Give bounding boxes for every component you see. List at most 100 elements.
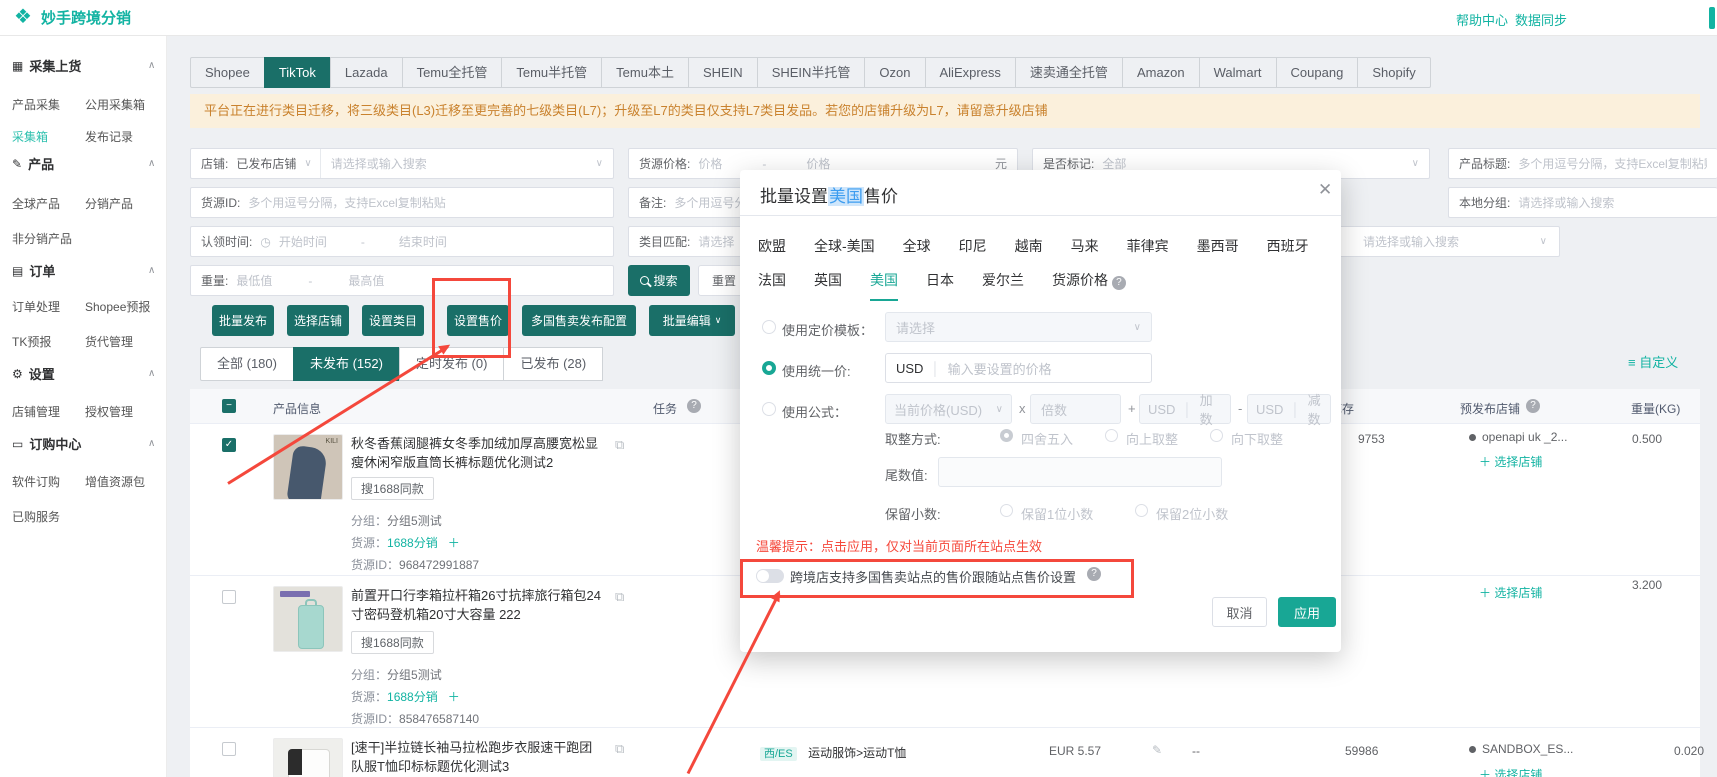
radio-round-up[interactable]: [1105, 429, 1118, 442]
help-icon[interactable]: ?: [1111, 276, 1126, 290]
weight-filter[interactable]: 重量: 最低值 - 最高值: [190, 265, 614, 296]
product-image[interactable]: [273, 738, 343, 777]
tab-vietnam[interactable]: 越南: [1015, 236, 1043, 256]
tab-ireland[interactable]: 爱尔兰: [982, 270, 1024, 301]
radio-formula[interactable]: [762, 402, 776, 416]
tab-shein-semi[interactable]: SHEIN半托管: [756, 57, 866, 88]
radio-one-decimal[interactable]: [1000, 504, 1013, 517]
tab-malaysia[interactable]: 马来: [1071, 236, 1099, 256]
tab-aliexpress-full[interactable]: 速卖通全托管: [1014, 57, 1123, 88]
edit-price-icon[interactable]: ✎: [1152, 743, 1162, 757]
data-sync-link[interactable]: 数据同步: [1515, 10, 1567, 29]
help-icon[interactable]: ?: [1526, 399, 1540, 413]
sidebar-item-authorization-management[interactable]: 授权管理: [85, 403, 133, 420]
product-title[interactable]: 秋冬香蕉阔腿裤女冬季加绒加厚高腰宽松显瘦休闲窄版直筒长裤标题优化测试2: [351, 434, 603, 472]
source-1688-link[interactable]: 1688分销: [387, 690, 438, 704]
local-group-select[interactable]: 请选择或输入搜索: [1518, 194, 1614, 211]
formula-multiplier-input[interactable]: 倍数: [1030, 394, 1121, 424]
sidebar-section-collect[interactable]: ▦ 采集上货 ∧: [12, 56, 155, 75]
weight-max-input[interactable]: 最高值: [348, 272, 384, 289]
sidebar-section-product[interactable]: ✎ 产品 ∧: [12, 154, 155, 173]
tab-all[interactable]: 全部 (180): [200, 347, 294, 381]
row-checkbox[interactable]: [222, 742, 236, 756]
help-icon[interactable]: ?: [1087, 567, 1101, 581]
add-source-icon[interactable]: ＋: [448, 536, 460, 550]
tab-shopee[interactable]: Shopee: [190, 57, 265, 88]
tab-france[interactable]: 法国: [758, 270, 786, 301]
row-checkbox[interactable]: [222, 590, 236, 604]
sidebar-item-purchased-services[interactable]: 已购服务: [12, 508, 60, 525]
sidebar-item-non-distribution-products[interactable]: 非分销产品: [12, 230, 72, 247]
customize-columns-link[interactable]: ≡ 自定义: [1628, 352, 1678, 371]
batch-publish-button[interactable]: 批量发布: [212, 305, 274, 336]
cancel-button[interactable]: 取消: [1212, 597, 1267, 627]
tab-published[interactable]: 已发布 (28): [503, 347, 604, 381]
tab-unpublished[interactable]: 未发布 (152): [292, 347, 400, 381]
tab-eu[interactable]: 欧盟: [758, 236, 786, 256]
tab-indonesia[interactable]: 印尼: [959, 236, 987, 256]
edit-title-icon[interactable]: ⧉: [615, 589, 624, 605]
follow-site-price-toggle[interactable]: [756, 569, 784, 583]
tab-spain[interactable]: 西班牙: [1267, 236, 1309, 256]
tab-philippines[interactable]: 菲律宾: [1127, 236, 1169, 256]
claim-start-input[interactable]: 开始时间: [279, 233, 327, 250]
product-title-input[interactable]: 多个用逗号分隔，支持Excel复制粘贴: [1518, 155, 1707, 172]
source-1688-link[interactable]: 1688分销: [387, 536, 438, 550]
sidebar-section-settings[interactable]: ⚙ 设置 ∧: [12, 364, 155, 383]
sidebar-item-public-collect-box[interactable]: 公用采集箱: [85, 96, 145, 113]
search-1688-badge[interactable]: 搜1688同款: [351, 631, 434, 654]
tab-global-us[interactable]: 全球-美国: [814, 236, 875, 256]
source-id-input[interactable]: 多个用逗号分隔，支持Excel复制粘贴: [248, 194, 445, 211]
category-match-select[interactable]: 请选择: [698, 233, 734, 250]
sidebar-item-product-collect[interactable]: 产品采集: [12, 96, 60, 113]
help-center-link[interactable]: 帮助中心: [1456, 10, 1508, 29]
tab-ozon[interactable]: Ozon: [864, 57, 926, 88]
sidebar-item-shopee-forecast[interactable]: Shopee预报: [85, 298, 150, 315]
pricing-template-select[interactable]: 请选择 ∨: [885, 312, 1152, 342]
tab-walmart[interactable]: Walmart: [1198, 57, 1277, 88]
sidebar-section-subscribe[interactable]: ▭ 订购中心 ∧: [12, 434, 155, 453]
weight-min-input[interactable]: 最低值: [236, 272, 272, 289]
claim-time-filter[interactable]: 认领时间: ◷ 开始时间 - 结束时间: [190, 226, 614, 257]
tab-uk[interactable]: 英国: [814, 270, 842, 301]
row-checkbox[interactable]: ✓: [222, 438, 236, 452]
tail-value-input[interactable]: [938, 457, 1222, 487]
sidebar-item-global-products[interactable]: 全球产品: [12, 195, 60, 212]
local-group-filter[interactable]: 本地分组: 请选择或输入搜索: [1448, 187, 1717, 218]
batch-edit-button[interactable]: 批量编辑 ∨: [649, 305, 735, 336]
tab-temu-local[interactable]: Temu本土: [601, 57, 689, 88]
tab-source-price[interactable]: 货源价格 ?: [1052, 270, 1126, 301]
sidebar-section-order[interactable]: ▤ 订单 ∧: [12, 261, 155, 280]
tab-aliexpress[interactable]: AliExpress: [924, 57, 1016, 88]
tab-global[interactable]: 全球: [903, 236, 931, 256]
multi-country-publish-config-button[interactable]: 多国售卖发布配置: [522, 305, 636, 336]
sidebar-item-freight-management[interactable]: 货代管理: [85, 333, 133, 350]
tab-amazon[interactable]: Amazon: [1121, 57, 1200, 88]
select-shop-button[interactable]: 选择店铺: [287, 305, 349, 336]
set-price-button[interactable]: 设置售价: [447, 305, 509, 336]
edit-title-icon[interactable]: ⧉: [615, 741, 624, 757]
select-all-checkbox[interactable]: −: [222, 399, 236, 413]
shop-search-select[interactable]: 请选择或输入搜索: [331, 155, 427, 172]
select-shop-link[interactable]: ＋ 选择店铺: [1479, 453, 1542, 470]
search-1688-badge[interactable]: 搜1688同款: [351, 477, 434, 500]
search-button[interactable]: 搜索: [628, 265, 690, 296]
radio-round-down[interactable]: [1210, 429, 1223, 442]
formula-subtract-input[interactable]: USD │ 减数: [1247, 393, 1331, 427]
uniform-price-input[interactable]: USD │ 输入要设置的价格: [885, 353, 1152, 383]
tab-temu-semi[interactable]: Temu半托管: [501, 57, 603, 88]
price-min-input[interactable]: 价格: [698, 155, 722, 172]
right-edge-widget[interactable]: [1709, 7, 1715, 29]
formula-base-select[interactable]: 当前价格(USD) ∨: [885, 394, 1012, 424]
sidebar-item-collect-box[interactable]: 采集箱: [12, 128, 48, 145]
tab-tiktok[interactable]: TikTok: [263, 57, 331, 88]
set-category-button[interactable]: 设置类目: [362, 305, 424, 336]
tab-shopify[interactable]: Shopify: [1357, 57, 1431, 88]
sidebar-item-distribution-products[interactable]: 分销产品: [85, 195, 133, 212]
source-id-filter[interactable]: 货源ID: 多个用逗号分隔，支持Excel复制粘贴: [190, 187, 614, 218]
tab-japan[interactable]: 日本: [926, 270, 954, 301]
sidebar-item-publish-record[interactable]: 发布记录: [85, 128, 133, 145]
sidebar-item-software-purchase[interactable]: 软件订购: [12, 473, 60, 490]
sidebar-item-tk-forecast[interactable]: TK预报: [12, 333, 51, 350]
tab-lazada[interactable]: Lazada: [329, 57, 403, 88]
